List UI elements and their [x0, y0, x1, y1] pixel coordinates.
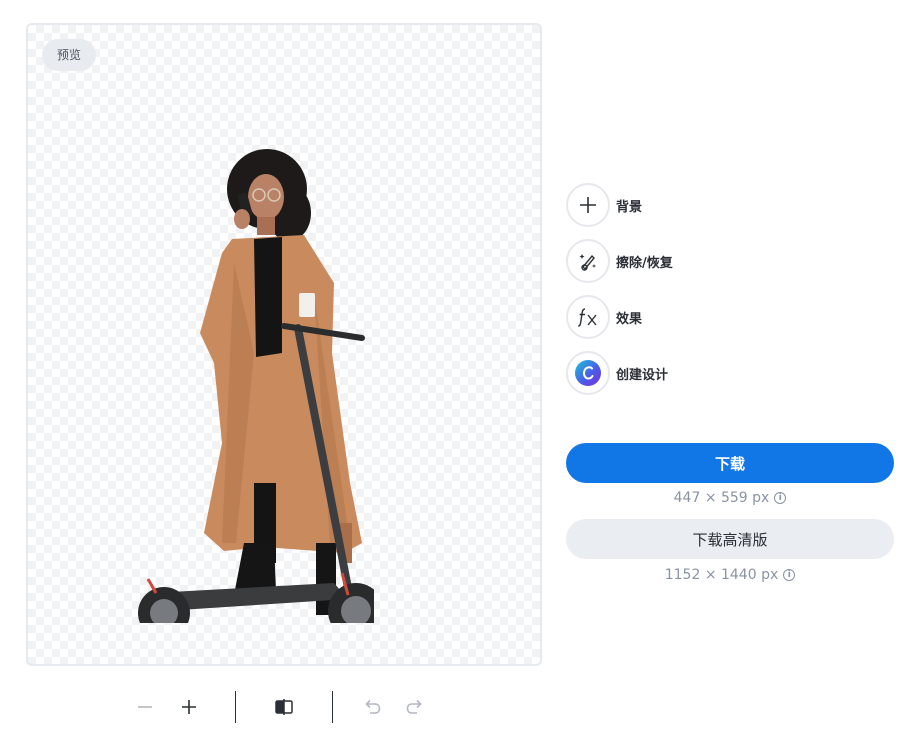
redo-icon[interactable]	[402, 695, 428, 719]
zoom-in-icon[interactable]	[176, 695, 202, 719]
tool-label: 效果	[616, 311, 643, 327]
compare-icon[interactable]	[271, 695, 297, 719]
download-hd-button[interactable]: 下载高清版	[566, 519, 894, 559]
fx-icon	[566, 295, 610, 339]
tool-label: 擦除/恢复	[616, 255, 673, 271]
effects-tool[interactable]: 效果	[566, 295, 673, 339]
erase-restore-tool[interactable]: 擦除/恢复	[566, 239, 673, 283]
background-tool[interactable]: 背景	[566, 183, 673, 227]
plus-icon	[566, 183, 610, 227]
toolbar-divider	[332, 691, 333, 723]
tool-label: 创建设计	[616, 367, 669, 383]
toolbar-divider	[235, 691, 236, 723]
info-icon[interactable]: i	[774, 492, 787, 504]
download-button[interactable]: 下载	[566, 443, 894, 483]
download-size-text: 447 × 559 px	[673, 490, 770, 506]
magic-brush-icon	[566, 239, 610, 283]
canva-logo-icon	[566, 351, 610, 395]
download-hd-size-text: 1152 × 1440 px	[664, 567, 779, 583]
tool-list: 背景 擦除/恢复 效果 创建设计	[566, 183, 673, 407]
download-size: 447 × 559 px i	[566, 490, 894, 506]
undo-icon[interactable]	[359, 695, 385, 719]
zoom-out-icon[interactable]	[132, 695, 158, 719]
preview-badge: 预览	[42, 39, 97, 71]
info-icon[interactable]: i	[783, 569, 796, 581]
download-hd-size: 1152 × 1440 px i	[566, 567, 894, 583]
create-design-tool[interactable]: 创建设计	[566, 351, 673, 395]
preview-canvas: 预览	[26, 23, 542, 666]
tool-label: 背景	[616, 199, 643, 215]
cutout-photo	[138, 149, 374, 623]
